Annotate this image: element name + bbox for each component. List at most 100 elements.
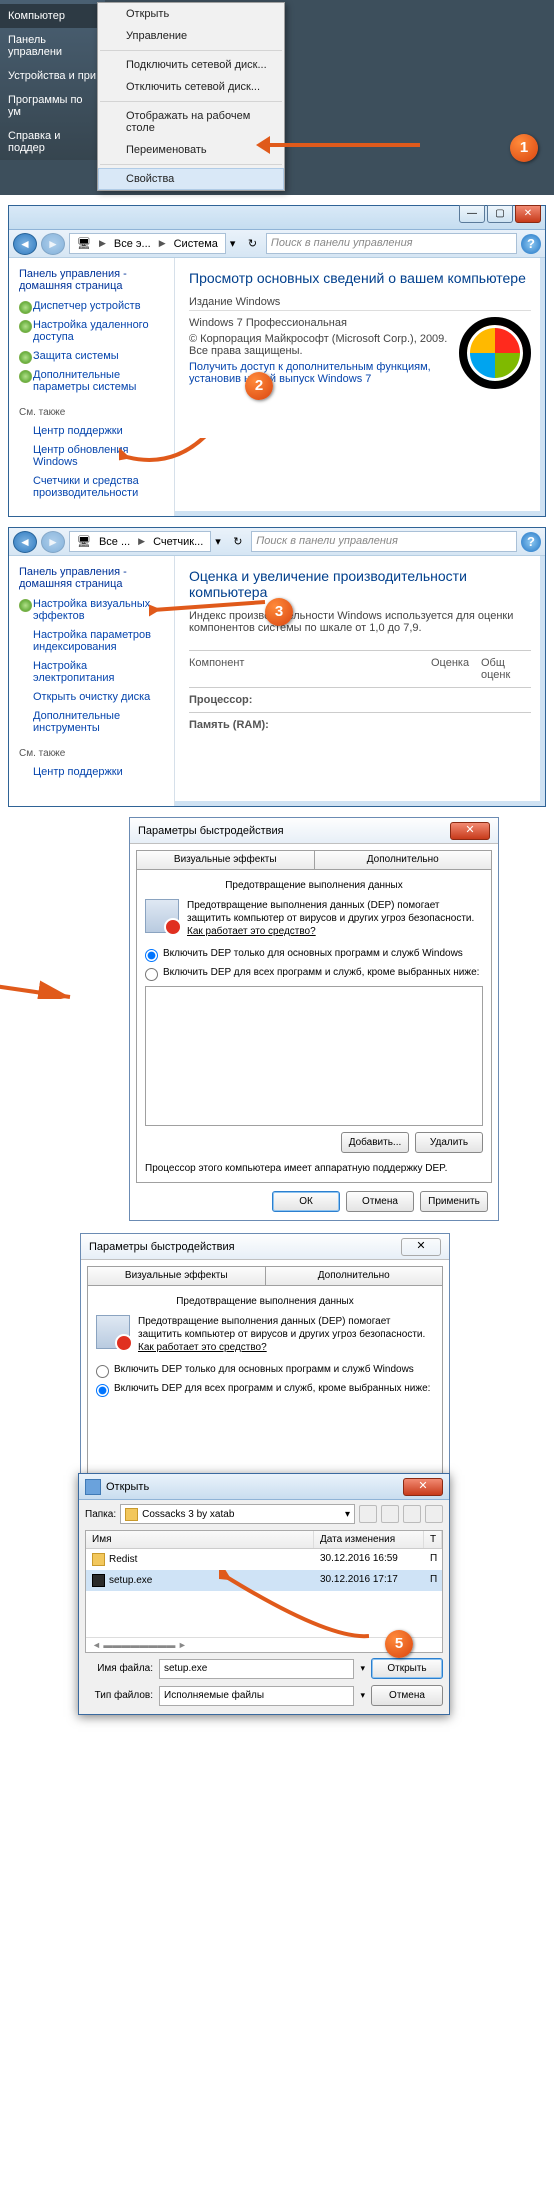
chevron-down-icon[interactable]: ▾ xyxy=(345,1509,350,1520)
start-item-cp[interactable]: Панель управлени xyxy=(0,28,105,64)
radio-dep-essential[interactable]: Включить DEP только для основных програм… xyxy=(96,1364,434,1378)
annotation-arrow-5 xyxy=(219,1570,369,1650)
radio-input[interactable] xyxy=(96,1365,109,1378)
refresh-icon[interactable]: ↻ xyxy=(233,535,247,548)
crumb-all[interactable]: Все э... xyxy=(110,238,155,250)
new-folder-icon[interactable] xyxy=(403,1505,421,1523)
crumb-system[interactable]: Система xyxy=(170,238,222,250)
col-name[interactable]: Имя xyxy=(86,1531,314,1548)
sidebar-advanced-settings[interactable]: Дополнительные параметры системы xyxy=(33,369,164,393)
start-menu-right-panel: Компьютер Панель управлени Устройства и … xyxy=(0,0,105,160)
close-button[interactable]: ✕ xyxy=(450,822,490,840)
chevron-down-icon[interactable]: ▾ xyxy=(360,1690,365,1701)
sidebar-system-protection[interactable]: Защита системы xyxy=(33,350,164,362)
close-button[interactable]: ✕ xyxy=(515,205,541,223)
filename-field[interactable]: setup.exe xyxy=(159,1659,354,1679)
radio-input[interactable] xyxy=(145,949,158,962)
exception-listbox[interactable] xyxy=(145,986,483,1126)
close-button[interactable]: ✕ xyxy=(403,1478,443,1496)
exe-icon xyxy=(92,1574,105,1587)
cancel-button[interactable]: Отмена xyxy=(371,1685,443,1706)
ctx-unmap-drive[interactable]: Отключить сетевой диск... xyxy=(98,76,284,98)
annotation-arrow-1 xyxy=(270,143,420,163)
refresh-icon[interactable]: ↻ xyxy=(248,237,262,250)
dropdown-icon[interactable]: ▾ xyxy=(230,237,244,250)
tab-visual-effects[interactable]: Визуальные эффекты xyxy=(87,1266,266,1286)
list-item[interactable]: Redist 30.12.2016 16:59 П xyxy=(86,1549,442,1570)
sidebar-action-center[interactable]: Центр поддержки xyxy=(33,766,164,778)
search-input[interactable]: Поиск в панели управления xyxy=(266,233,517,254)
radio-dep-all[interactable]: Включить DEP для всех программ и служб, … xyxy=(145,967,483,981)
open-button[interactable]: Открыть xyxy=(371,1658,443,1679)
minimize-button[interactable]: — xyxy=(459,205,485,223)
nav-forward-button[interactable]: ► xyxy=(41,233,65,255)
ctx-properties[interactable]: Свойства xyxy=(98,168,284,190)
sidebar-disk-cleanup[interactable]: Открыть очистку диска xyxy=(33,691,164,703)
dep-help-link[interactable]: Как работает это средство? xyxy=(138,1342,267,1353)
cancel-button[interactable]: Отмена xyxy=(346,1191,414,1212)
radio-dep-all[interactable]: Включить DEP для всех программ и служб, … xyxy=(96,1383,434,1397)
ctx-open[interactable]: Открыть xyxy=(98,3,284,25)
start-item-devices[interactable]: Устройства и при xyxy=(0,64,105,88)
context-menu: Открыть Управление Подключить сетевой ди… xyxy=(97,2,285,191)
ok-button[interactable]: ОК xyxy=(272,1191,340,1212)
radio-dep-essential[interactable]: Включить DEP только для основных програм… xyxy=(145,948,483,962)
titlebar: Параметры быстродействия ✕ xyxy=(130,818,498,844)
tab-visual-effects[interactable]: Визуальные эффекты xyxy=(136,850,315,870)
address-bar: ◄ ► 🖥 ▶ Все э... ▶ Система ▾ ↻ Поиск в п… xyxy=(9,230,545,258)
sidebar-action-center[interactable]: Центр поддержки xyxy=(33,425,164,437)
tab-advanced[interactable]: Дополнительно xyxy=(315,850,493,870)
add-button[interactable]: Добавить... xyxy=(341,1132,409,1153)
nav-back-button[interactable]: ◄ xyxy=(13,531,37,553)
dep-hardware-note: Процессор этого компьютера имеет аппарат… xyxy=(145,1163,483,1174)
close-button[interactable]: ✕ xyxy=(401,1238,441,1256)
sidebar-home-link[interactable]: Панель управления - домашняя страница xyxy=(19,268,164,292)
folder-combo[interactable]: Cossacks 3 by xatab ▾ xyxy=(120,1504,355,1524)
sidebar-more-tools[interactable]: Дополнительные инструменты xyxy=(33,710,164,734)
help-icon[interactable]: ? xyxy=(521,532,541,552)
sidebar-power[interactable]: Настройка электропитания xyxy=(33,660,164,684)
chevron-down-icon[interactable]: ▾ xyxy=(360,1663,365,1674)
ctx-map-drive[interactable]: Подключить сетевой диск... xyxy=(98,54,284,76)
app-icon xyxy=(85,1479,101,1495)
sidebar-indexing[interactable]: Настройка параметров индексирования xyxy=(33,629,164,653)
help-icon[interactable]: ? xyxy=(521,234,541,254)
dropdown-icon[interactable]: ▾ xyxy=(215,535,229,548)
apply-button[interactable]: Применить xyxy=(420,1191,488,1212)
radio-input[interactable] xyxy=(96,1384,109,1397)
filetype-combo[interactable]: Исполняемые файлы xyxy=(159,1686,354,1706)
nav-forward-button[interactable]: ► xyxy=(41,531,65,553)
delete-button[interactable]: Удалить xyxy=(415,1132,483,1153)
maximize-button[interactable]: ▢ xyxy=(487,205,513,223)
ctx-show-desktop[interactable]: Отображать на рабочем столе xyxy=(98,105,284,139)
filename-label: Имя файла: xyxy=(85,1663,153,1674)
up-icon[interactable] xyxy=(381,1505,399,1523)
folder-label: Папка: xyxy=(85,1509,116,1520)
sidebar-device-manager[interactable]: Диспетчер устройств xyxy=(33,300,164,312)
sidebar-remote-settings[interactable]: Настройка удаленного доступа xyxy=(33,319,164,343)
sidebar-visual-effects[interactable]: Настройка визуальных эффектов xyxy=(33,598,164,622)
sidebar-home-link[interactable]: Панель управления - домашняя страница xyxy=(19,566,164,590)
nav-back-button[interactable]: ◄ xyxy=(13,233,37,255)
crumb-all[interactable]: Все ... xyxy=(95,536,134,548)
breadcrumb[interactable]: 🖥 ▶ Все э... ▶ Система xyxy=(69,233,226,254)
start-item-computer[interactable]: Компьютер xyxy=(0,4,105,28)
breadcrumb[interactable]: 🖥 Все ... ▶ Счетчик... xyxy=(69,531,211,552)
start-item-help[interactable]: Справка и поддер xyxy=(0,124,105,160)
dep-help-link[interactable]: Как работает это средство? xyxy=(187,926,316,937)
back-icon[interactable] xyxy=(359,1505,377,1523)
start-item-defaults[interactable]: Программы по ум xyxy=(0,88,105,124)
start-menu-section: Компьютер Панель управлени Устройства и … xyxy=(0,0,554,195)
search-input[interactable]: Поиск в панели управления xyxy=(251,531,517,552)
views-icon[interactable] xyxy=(425,1505,443,1523)
col-date[interactable]: Дата изменения xyxy=(314,1531,424,1548)
dep-description: Предотвращение выполнения данных (DEP) п… xyxy=(138,1315,434,1354)
tab-content: Предотвращение выполнения данных Предотв… xyxy=(136,870,492,1183)
dialog-title: Параметры быстродействия xyxy=(138,825,450,837)
ctx-manage[interactable]: Управление xyxy=(98,25,284,47)
tab-advanced[interactable]: Дополнительно xyxy=(266,1266,444,1286)
radio-input[interactable] xyxy=(145,968,158,981)
col-type[interactable]: Т xyxy=(424,1531,442,1548)
table-row: Процессор: xyxy=(189,687,531,712)
crumb-perf[interactable]: Счетчик... xyxy=(149,536,207,548)
